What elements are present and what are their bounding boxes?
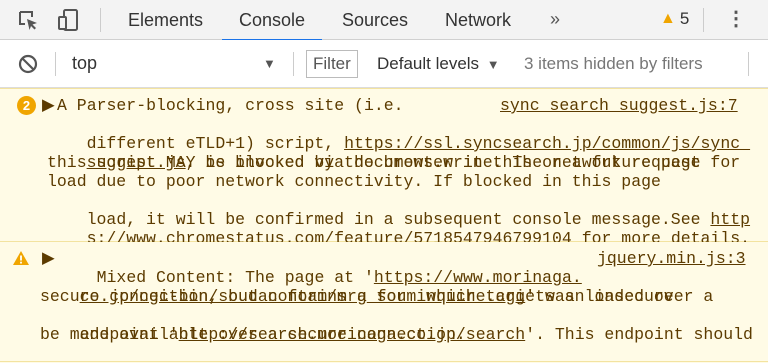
tab-sources[interactable]: Sources bbox=[325, 0, 425, 40]
devtools-tabbar: Elements Console Sources Network » ▲ 5 ⋮ bbox=[0, 0, 768, 41]
kebab-menu-icon[interactable]: ⋮ bbox=[726, 6, 746, 31]
tab-elements[interactable]: Elements bbox=[111, 0, 220, 40]
expand-arrow-icon[interactable]: ▶ bbox=[42, 96, 55, 115]
filter-placeholder: Filter bbox=[313, 54, 351, 73]
hidden-items-note: 3 items hidden by filters bbox=[524, 54, 703, 73]
levels-dropdown-icon: ▼ bbox=[486, 57, 500, 72]
log-levels-label: Default levels bbox=[377, 54, 480, 73]
message-text: load due to poor network connectivity. I… bbox=[47, 172, 661, 191]
message-fragment: '. This endpoint should bbox=[525, 325, 753, 344]
filter-input[interactable]: Filter bbox=[306, 50, 358, 78]
toolbar-separator-3 bbox=[748, 52, 749, 76]
console-mixed-content-warning: ▶ Mixed Content: The page at 'https://ww… bbox=[0, 242, 768, 362]
source-link[interactable]: jquery.min.js:3 bbox=[597, 249, 746, 268]
tabbar-separator bbox=[100, 8, 101, 32]
message-text: A Parser-blocking, cross site (i.e. bbox=[57, 96, 404, 115]
context-dropdown-icon[interactable]: ▼ bbox=[263, 56, 276, 71]
warning-icon: ▲ bbox=[660, 10, 676, 27]
repeat-count-badge: 2 bbox=[17, 96, 36, 115]
message-text: secure connection, but contains a form w… bbox=[40, 287, 674, 306]
message-text: this script MAY be blocked by the browse… bbox=[47, 153, 701, 172]
clear-console-icon[interactable] bbox=[17, 53, 39, 80]
expand-arrow-icon[interactable]: ▶ bbox=[42, 249, 55, 268]
warning-counter[interactable]: ▲ 5 bbox=[660, 9, 689, 29]
log-levels-dropdown[interactable]: Default levels ▼ bbox=[377, 54, 500, 74]
warning-count-value: 5 bbox=[679, 9, 690, 28]
tabbar-separator-2 bbox=[703, 8, 704, 32]
source-link[interactable]: sync_search_suggest.js:7 bbox=[500, 96, 738, 115]
warning-icon bbox=[12, 250, 30, 271]
console-toolbar: top ▼ Filter Default levels ▼ 3 items hi… bbox=[0, 40, 768, 88]
toolbar-separator-2 bbox=[293, 52, 294, 76]
console-warning-message: 2 ▶ A Parser-blocking, cross site (i.e. … bbox=[0, 88, 768, 248]
inspect-element-icon[interactable] bbox=[16, 8, 40, 32]
message-text: be made available over a secure connecti… bbox=[40, 325, 466, 344]
tab-console[interactable]: Console bbox=[222, 0, 323, 41]
tab-network[interactable]: Network bbox=[428, 0, 528, 40]
more-tabs-button[interactable]: » bbox=[536, 9, 574, 30]
toolbar-separator bbox=[55, 52, 56, 76]
device-toolbar-icon[interactable] bbox=[56, 8, 80, 32]
context-selector[interactable]: top bbox=[72, 53, 97, 74]
